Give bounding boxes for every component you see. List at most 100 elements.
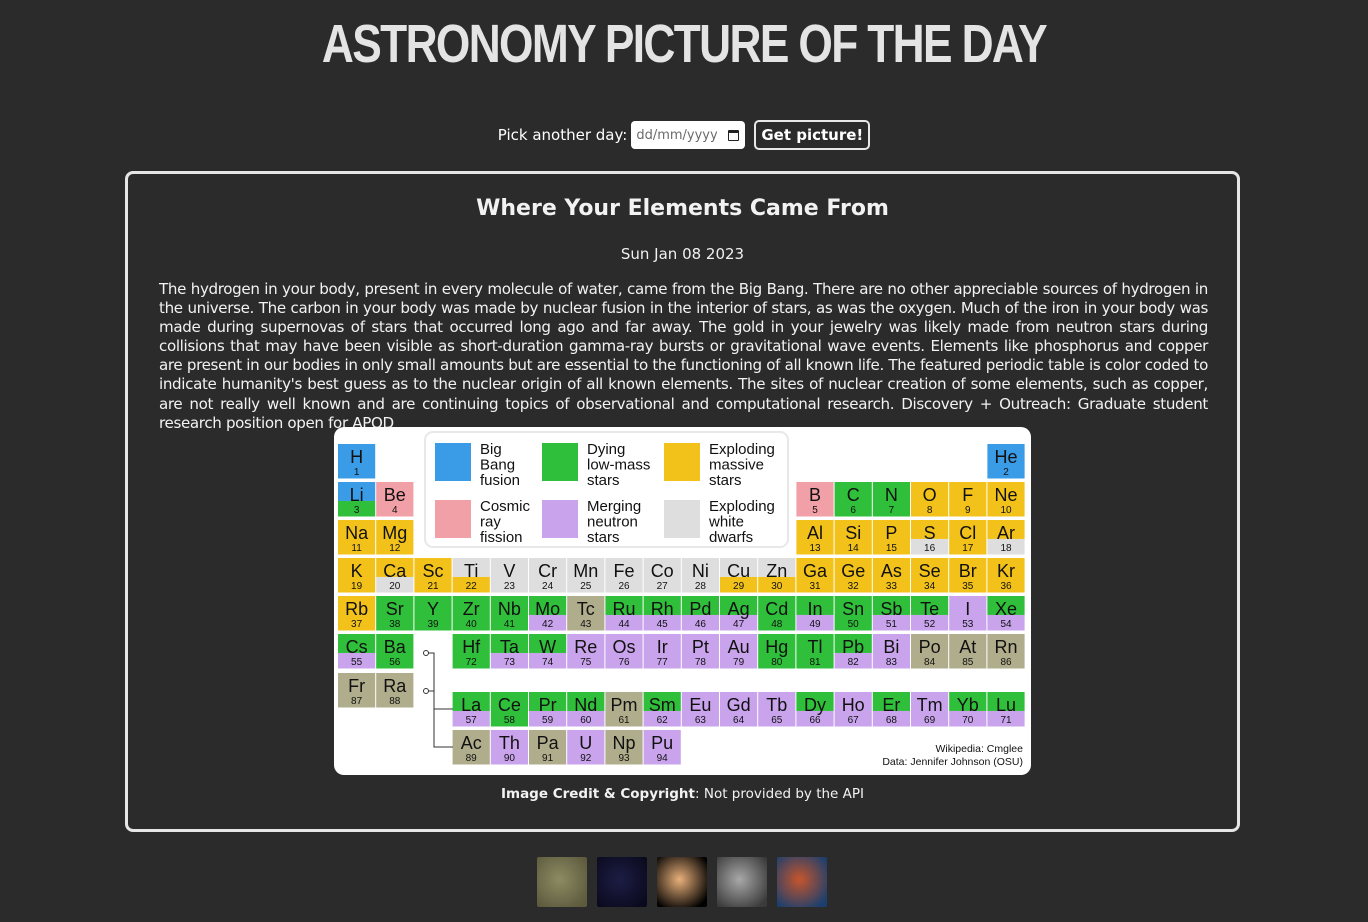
element-cell-i: I53 (949, 596, 987, 631)
legend-label: Exploding (709, 498, 775, 515)
element-number: 12 (389, 543, 401, 554)
element-cell-in: In49 (796, 596, 834, 631)
element-cell-xe: Xe54 (987, 596, 1025, 631)
element-symbol: Ru (612, 599, 635, 619)
element-symbol: K (351, 561, 363, 581)
element-cell-ho: Ho67 (834, 692, 872, 727)
legend-label: fission (480, 529, 523, 546)
image-credit: Image Credit & Copyright: Not provided b… (128, 786, 1237, 802)
element-cell-at: At85 (949, 634, 987, 669)
element-cell-ac: Ac89 (452, 730, 490, 765)
element-symbol: Sm (649, 695, 676, 715)
element-number: 53 (962, 619, 974, 630)
element-number: 90 (504, 753, 516, 764)
element-number: 69 (924, 715, 936, 726)
element-cell-hf: Hf72 (452, 634, 490, 669)
element-cell-cr: Cr24 (529, 558, 567, 593)
element-symbol: C (847, 485, 860, 505)
element-cell-ge: Ge32 (834, 558, 872, 593)
legend-label: dwarfs (709, 529, 753, 546)
date-input[interactable]: dd/mm/yyyy (631, 121, 746, 149)
element-symbol: Dy (804, 695, 826, 715)
element-cell-mg: Mg12 (376, 520, 414, 555)
element-symbol: Fe (613, 561, 634, 581)
element-number: 60 (580, 715, 592, 726)
element-cell-au: Au79 (720, 634, 758, 669)
apod-title: Where Your Elements Came From (476, 196, 889, 221)
element-cell-br: Br35 (949, 558, 987, 593)
element-symbol: Gd (727, 695, 751, 715)
legend-label: Bang (480, 457, 515, 474)
element-cell-pa: Pa91 (529, 730, 567, 765)
thumbnail-planet[interactable] (657, 857, 707, 907)
element-cell-te: Te52 (911, 596, 949, 631)
element-symbol: Pd (689, 599, 711, 619)
element-number: 46 (695, 619, 707, 630)
image-credit-label: Image Credit & Copyright (500, 786, 696, 802)
element-cell-n: N7 (872, 482, 910, 517)
element-number: 66 (809, 715, 821, 726)
element-number: 57 (466, 715, 478, 726)
element-symbol: Si (845, 523, 861, 543)
element-symbol: Pa (537, 733, 560, 753)
element-cell-sm: Sm62 (643, 692, 681, 727)
element-number: 52 (924, 619, 936, 630)
element-number: 7 (889, 505, 895, 516)
element-symbol: Ar (997, 523, 1015, 543)
element-number: 19 (351, 581, 363, 592)
element-cell-c: C6 (834, 482, 872, 517)
calendar-icon[interactable] (728, 129, 740, 141)
element-cell-pt: Pt78 (681, 634, 719, 669)
element-number: 11 (351, 543, 362, 554)
element-symbol: Ag (728, 599, 750, 619)
element-symbol: P (885, 523, 897, 543)
element-cell-ra: Ra88 (376, 673, 414, 708)
element-number: 72 (466, 657, 478, 668)
element-symbol: Cd (765, 599, 788, 619)
element-number: 94 (657, 753, 669, 764)
element-number: 81 (809, 657, 821, 668)
thumbnail-star-field[interactable] (597, 857, 647, 907)
element-symbol: Rn (994, 637, 1017, 657)
thumbnail-nebula[interactable] (777, 857, 827, 907)
element-cell-cs: Cs55 (338, 634, 376, 669)
apod-image[interactable]: H 1 He 2 Li 3 Be 4 B 5 C 6 N 7 O 8 F 9 Ne 10 Na 11 Mg 12 Al 13 Si 1… (334, 427, 1031, 775)
element-cell-rn: Rn86 (987, 634, 1025, 669)
element-symbol: Po (919, 637, 941, 657)
element-symbol: Na (345, 523, 369, 543)
element-symbol: Xe (995, 599, 1017, 619)
element-cell-sc: Sc21 (414, 558, 452, 593)
element-symbol: At (959, 637, 976, 657)
element-number: 18 (1000, 543, 1012, 554)
element-cell-rb: Rb37 (338, 596, 376, 631)
element-symbol: S (924, 523, 936, 543)
element-symbol: Tc (577, 599, 595, 619)
element-cell-cd: Cd48 (758, 596, 796, 631)
element-symbol: Sr (386, 599, 404, 619)
element-number: 73 (504, 657, 516, 668)
element-number: 61 (618, 715, 630, 726)
element-cell-na: Na11 (338, 520, 376, 555)
element-cell-np: Np93 (605, 730, 643, 765)
element-cell-hg: Hg80 (758, 634, 796, 669)
legend-label: stars (587, 472, 620, 489)
element-symbol: Zr (463, 599, 480, 619)
element-symbol: Be (384, 485, 406, 505)
element-cell-kr: Kr36 (987, 558, 1025, 593)
element-symbol: Bi (883, 637, 899, 657)
apod-card: Where Your Elements Came From Sun Jan 08… (125, 171, 1240, 832)
get-picture-button[interactable]: Get picture! (754, 120, 871, 150)
element-cell-pu: Pu94 (643, 730, 681, 765)
apod-explanation: The hydrogen in your body, present in ev… (159, 280, 1208, 432)
element-cell-dy: Dy66 (796, 692, 834, 727)
element-cell-be: Be4 (376, 482, 414, 517)
thumbnail-grey-moon[interactable] (717, 857, 767, 907)
date-picker-row: Pick another day: dd/mm/yyyy Get picture… (0, 120, 1368, 150)
element-cell-la: La57 (452, 692, 490, 727)
element-number: 21 (427, 581, 439, 592)
element-cell-ta: Ta73 (490, 634, 528, 669)
thumbnail-moon-surface[interactable] (537, 857, 587, 907)
element-cell-tc: Tc43 (567, 596, 605, 631)
date-input-placeholder: dd/mm/yyyy (636, 127, 718, 143)
image-source-text: Data: Jennifer Johnson (OSU) (882, 756, 1023, 768)
